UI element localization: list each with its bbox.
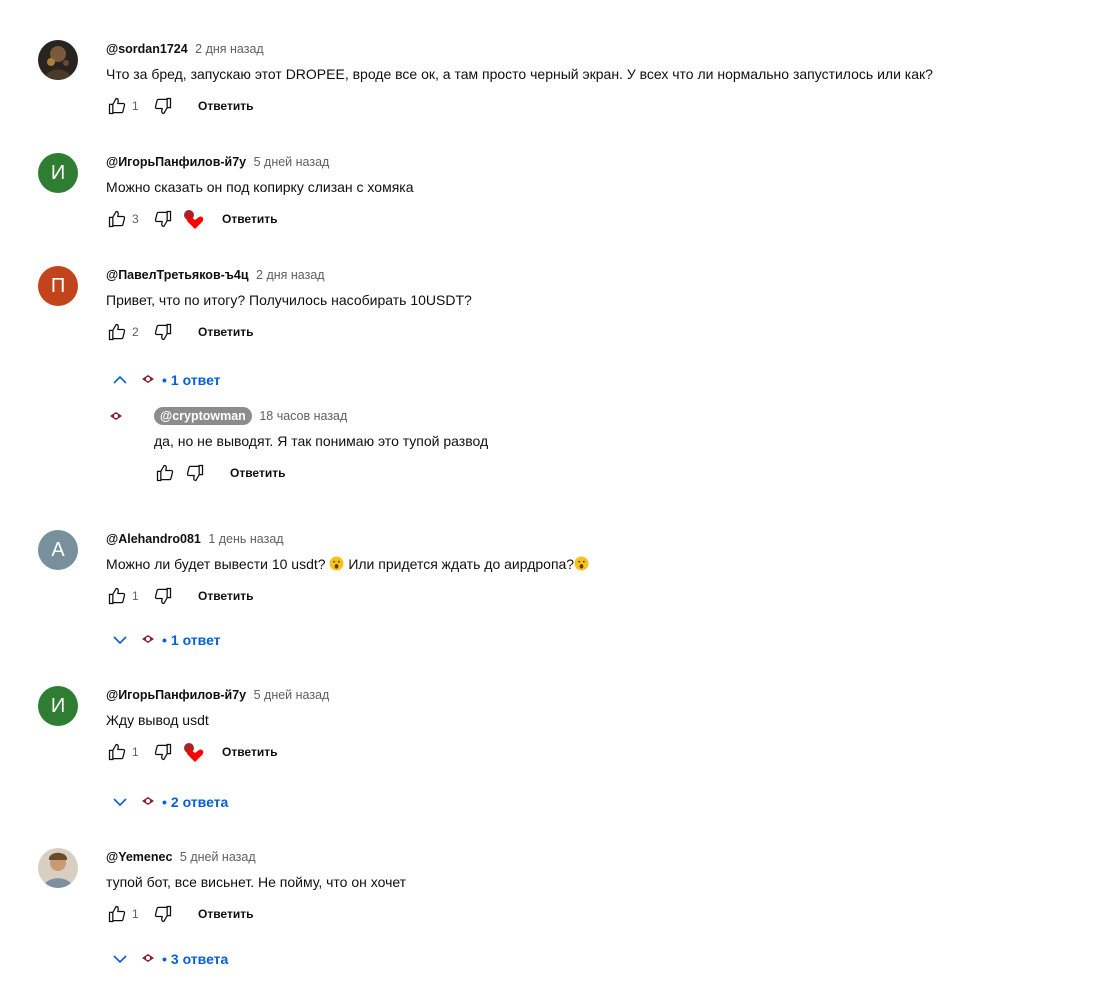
comment-text: Можно сказать он под копирку слизан с хо…: [106, 179, 414, 195]
reply-button[interactable]: Ответить: [198, 325, 253, 339]
creator-avatar-icon: [140, 794, 156, 810]
comment-author[interactable]: @Alehandro081: [106, 532, 201, 546]
creator-handle-badge[interactable]: @cryptowman: [154, 407, 252, 425]
avatar-letter: П: [50, 274, 66, 297]
creator-avatar-icon: [140, 372, 156, 388]
like-icon[interactable]: [106, 585, 128, 607]
dislike-icon[interactable]: [184, 462, 206, 484]
reply-button[interactable]: Ответить: [230, 466, 285, 480]
chevron-up-icon: [110, 370, 130, 390]
like-icon[interactable]: [106, 208, 128, 230]
astonished-face-emoji-icon: [329, 556, 344, 571]
separator-dot: •: [162, 951, 167, 967]
reply-button[interactable]: Ответить: [198, 99, 253, 113]
dislike-icon[interactable]: [152, 903, 174, 925]
reply-button[interactable]: Ответить: [222, 212, 277, 226]
avatar[interactable]: [108, 409, 124, 425]
replies-count-label[interactable]: 1 ответ: [171, 632, 221, 648]
avatar-letter: И: [50, 694, 66, 717]
avatar-letter: И: [50, 161, 66, 184]
like-icon[interactable]: [106, 321, 128, 343]
comment-timestamp[interactable]: 5 дней назад: [254, 688, 330, 702]
avatar[interactable]: A: [38, 530, 78, 570]
comment-text: Жду вывод usdt: [106, 712, 209, 728]
creator-avatar-icon: [140, 951, 156, 967]
like-icon[interactable]: [106, 903, 128, 925]
avatar[interactable]: И: [38, 153, 78, 193]
comment-timestamp[interactable]: 2 дня назад: [256, 268, 325, 282]
separator-dot: •: [162, 372, 167, 388]
replies-toggle-button[interactable]: • 2 ответа: [110, 790, 228, 814]
dislike-icon[interactable]: [152, 208, 174, 230]
comment-text-part: Можно ли будет вывести 10 usdt?: [106, 556, 326, 572]
comment-author[interactable]: @sordan1724: [106, 42, 188, 56]
chevron-down-icon: [110, 949, 130, 969]
avatar[interactable]: П: [38, 266, 78, 306]
dislike-icon[interactable]: [152, 741, 174, 763]
comment-author[interactable]: @Yemenec: [106, 850, 172, 864]
comment-timestamp[interactable]: 1 день назад: [208, 532, 283, 546]
like-count: 1: [132, 589, 139, 603]
comment-author[interactable]: @ПавелТретьяков-ъ4ц: [106, 268, 249, 282]
like-count: 3: [132, 212, 139, 226]
avatar-letter: A: [51, 538, 65, 561]
like-count: 2: [132, 325, 139, 339]
comment-text: да, но не выводят. Я так понимаю это туп…: [154, 433, 489, 449]
comment-text: Что за бред, запускаю этот DROPEE, вроде…: [106, 66, 933, 82]
comments-section: @sordan1724 2 дня назад Что за бред, зап…: [0, 0, 1108, 996]
chevron-down-icon: [110, 630, 130, 650]
creator-heart-icon: [182, 741, 208, 763]
dislike-icon[interactable]: [152, 321, 174, 343]
replies-count-label[interactable]: 2 ответа: [171, 794, 228, 810]
avatar[interactable]: И: [38, 686, 78, 726]
creator-avatar-icon: [140, 632, 156, 648]
replies-count-label[interactable]: 1 ответ: [171, 372, 221, 388]
reply-button[interactable]: Ответить: [222, 745, 277, 759]
like-icon[interactable]: [106, 741, 128, 763]
comment-text: тупой бот, все висьнет. Не пойму, что он…: [106, 874, 407, 890]
chevron-down-icon: [110, 792, 130, 812]
replies-count-label[interactable]: 3 ответа: [171, 951, 228, 967]
avatar[interactable]: [38, 40, 78, 80]
replies-toggle-button[interactable]: • 1 ответ: [110, 628, 221, 652]
comment-timestamp[interactable]: 5 дней назад: [180, 850, 256, 864]
separator-dot: •: [162, 794, 167, 810]
astonished-face-emoji-icon: [574, 556, 589, 571]
creator-heart-icon: [182, 208, 208, 230]
like-icon[interactable]: [106, 95, 128, 117]
replies-toggle-button[interactable]: • 3 ответа: [110, 947, 228, 971]
dislike-icon[interactable]: [152, 585, 174, 607]
like-count: 1: [132, 745, 139, 759]
comment-timestamp[interactable]: 2 дня назад: [195, 42, 264, 56]
comment-text: Привет, что по итогу? Получилось насобир…: [106, 292, 472, 308]
comment-text-part: Или придется ждать до аирдропа?: [348, 556, 575, 572]
separator-dot: •: [162, 632, 167, 648]
avatar[interactable]: [38, 848, 78, 888]
reply-button[interactable]: Ответить: [198, 589, 253, 603]
like-icon[interactable]: [154, 462, 176, 484]
reply-button[interactable]: Ответить: [198, 907, 253, 921]
replies-toggle-button[interactable]: • 1 ответ: [110, 368, 221, 392]
like-count: 1: [132, 907, 139, 921]
dislike-icon[interactable]: [152, 95, 174, 117]
comment-text: Можно ли будет вывести 10 usdt? Или прид…: [106, 554, 1098, 574]
comment-author[interactable]: @ИгорьПанфилов-й7у: [106, 688, 246, 702]
comment-timestamp[interactable]: 5 дней назад: [254, 155, 330, 169]
comment-author[interactable]: @ИгорьПанфилов-й7у: [106, 155, 246, 169]
like-count: 1: [132, 99, 139, 113]
comment-timestamp[interactable]: 18 часов назад: [259, 409, 347, 423]
